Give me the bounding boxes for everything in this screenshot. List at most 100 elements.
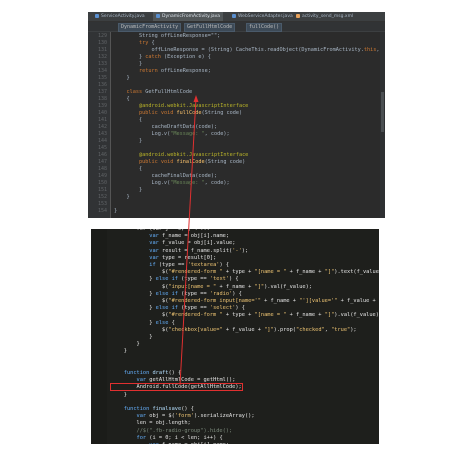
code-token: (type ==: [177, 290, 210, 297]
code-token: @android.webkit.JavascriptInterface: [139, 152, 249, 158]
code-token: );: [241, 247, 249, 254]
code-token: catch: [145, 54, 161, 60]
code-token: "]": [264, 326, 274, 333]
code-token: finalCode: [176, 159, 205, 165]
editor-tab-label: ServiceActivity.java: [101, 14, 145, 19]
code-token: }: [111, 391, 127, 398]
code-token: {: [114, 117, 143, 123]
code-token: else if: [155, 290, 178, 297]
code-token: offLineResponse = (String) CacheThis.rea…: [114, 47, 364, 53]
code-token: ).serializeArray();: [193, 413, 255, 420]
code-token: var: [149, 442, 159, 444]
code-token: $(: [111, 298, 169, 304]
code-token: }: [114, 75, 130, 81]
code-token: var: [149, 233, 159, 240]
vertical-scrollbar[interactable]: [380, 32, 385, 218]
code-line: }: [111, 391, 127, 400]
code-token: {: [148, 40, 155, 46]
code-token: "Message: ": [170, 180, 205, 186]
code-line: }: [114, 187, 142, 194]
code-token: obj = $(: [146, 413, 175, 420]
breadcrumb-item[interactable]: DynamicFromActivity: [118, 23, 182, 32]
code-token: else: [155, 319, 169, 326]
line-number: 135: [97, 75, 107, 81]
code-token: , code);: [204, 180, 230, 186]
line-number: 150: [97, 180, 107, 186]
breadcrumb-item[interactable]: fullCode(): [246, 23, 283, 32]
code-token: 'radio': [209, 290, 233, 297]
line-number: 142: [97, 124, 107, 130]
code-token: + f_name +: [286, 269, 325, 276]
code-token: fullCode: [176, 110, 202, 116]
code-line: }: [114, 61, 142, 68]
code-token: "#rendered-form ": [168, 312, 223, 319]
line-number: 153: [97, 201, 107, 207]
editor-tab[interactable]: activity_send_msg.xml: [293, 12, 356, 21]
code-token: class: [126, 89, 143, 95]
code-token: }: [111, 348, 127, 355]
code-token: (type ==: [177, 276, 210, 283]
code-token: "]": [324, 312, 335, 319]
editor-tab-bar: ServiceActivity.java DynamicFromActivity.…: [88, 12, 385, 22]
editor-tab[interactable]: WebServiceAdapter.java: [229, 12, 296, 21]
code-token: (Exception e) {: [160, 54, 211, 60]
code-token: ) {: [232, 290, 242, 297]
code-token: Log.: [114, 131, 164, 137]
editor-tab[interactable]: ServiceActivity.java: [92, 12, 148, 21]
scrollbar-thumb[interactable]: [381, 92, 384, 132]
code-token: getAllHtmlCode = getHtml();: [146, 377, 236, 384]
code-token: ).text(f_value);: [334, 269, 379, 276]
code-token: {: [114, 96, 130, 102]
code-token: offLineResponse;: [157, 68, 211, 74]
editor-tab-label: DynamicFromActivity.java: [162, 14, 221, 19]
code-token: else if: [155, 305, 178, 312]
breadcrumb: DynamicFromActivity GetFullHtmlCode fullCo…: [88, 22, 385, 32]
line-number: 146: [97, 152, 107, 158]
code-token: "#rendered-form ": [168, 269, 223, 276]
code-token: Log.: [114, 180, 164, 186]
line-number: 154: [97, 208, 107, 214]
code-line: public void finalCode(String code): [114, 159, 245, 166]
code-token: $(: [111, 269, 169, 276]
code-token: }: [114, 208, 118, 214]
code-token: finalsave: [152, 406, 182, 412]
code-token: this: [363, 47, 377, 53]
line-number: 138: [97, 96, 107, 102]
code-line: return offLineResponse;: [114, 68, 211, 75]
code-token: }: [114, 187, 143, 193]
code-token: $(: [111, 283, 169, 290]
code-line: }: [114, 194, 130, 201]
code-line: @android.webkit.JavascriptInterface: [114, 152, 248, 159]
file-type-icon: [156, 13, 160, 18]
code-token: "checked": [296, 326, 325, 333]
line-number: 129: [97, 33, 107, 39]
code-line: var f_name = obj[i].name;: [111, 441, 229, 444]
breadcrumb-item[interactable]: GetFullHtmlCode: [184, 23, 236, 32]
code-token: (type ==: [155, 262, 188, 268]
code-token: }: [114, 194, 130, 200]
line-number: 131: [97, 47, 107, 53]
code-token: , code);: [204, 131, 230, 137]
line-number: 133: [97, 61, 107, 67]
code-line: offLineResponse = (String) CacheThis.rea…: [114, 47, 385, 54]
line-number: 144: [97, 138, 107, 144]
line-number: 134: [97, 68, 107, 74]
code-line: } catch (Exception e) {: [114, 54, 211, 61]
code-token: ) {: [235, 305, 245, 312]
code-line: cacheDraftData(code);: [114, 124, 217, 131]
code-token: draft: [152, 370, 169, 376]
line-number: 130: [97, 40, 107, 46]
code-token: var: [136, 377, 147, 384]
line-number: 149: [97, 173, 107, 179]
code-token: }: [114, 61, 143, 67]
code-line: class GetFullHtmlCode: [114, 89, 193, 96]
line-number: 132: [97, 54, 107, 60]
editor-tab[interactable]: DynamicFromActivity.java: [153, 12, 224, 21]
code-line: try {: [114, 40, 155, 47]
